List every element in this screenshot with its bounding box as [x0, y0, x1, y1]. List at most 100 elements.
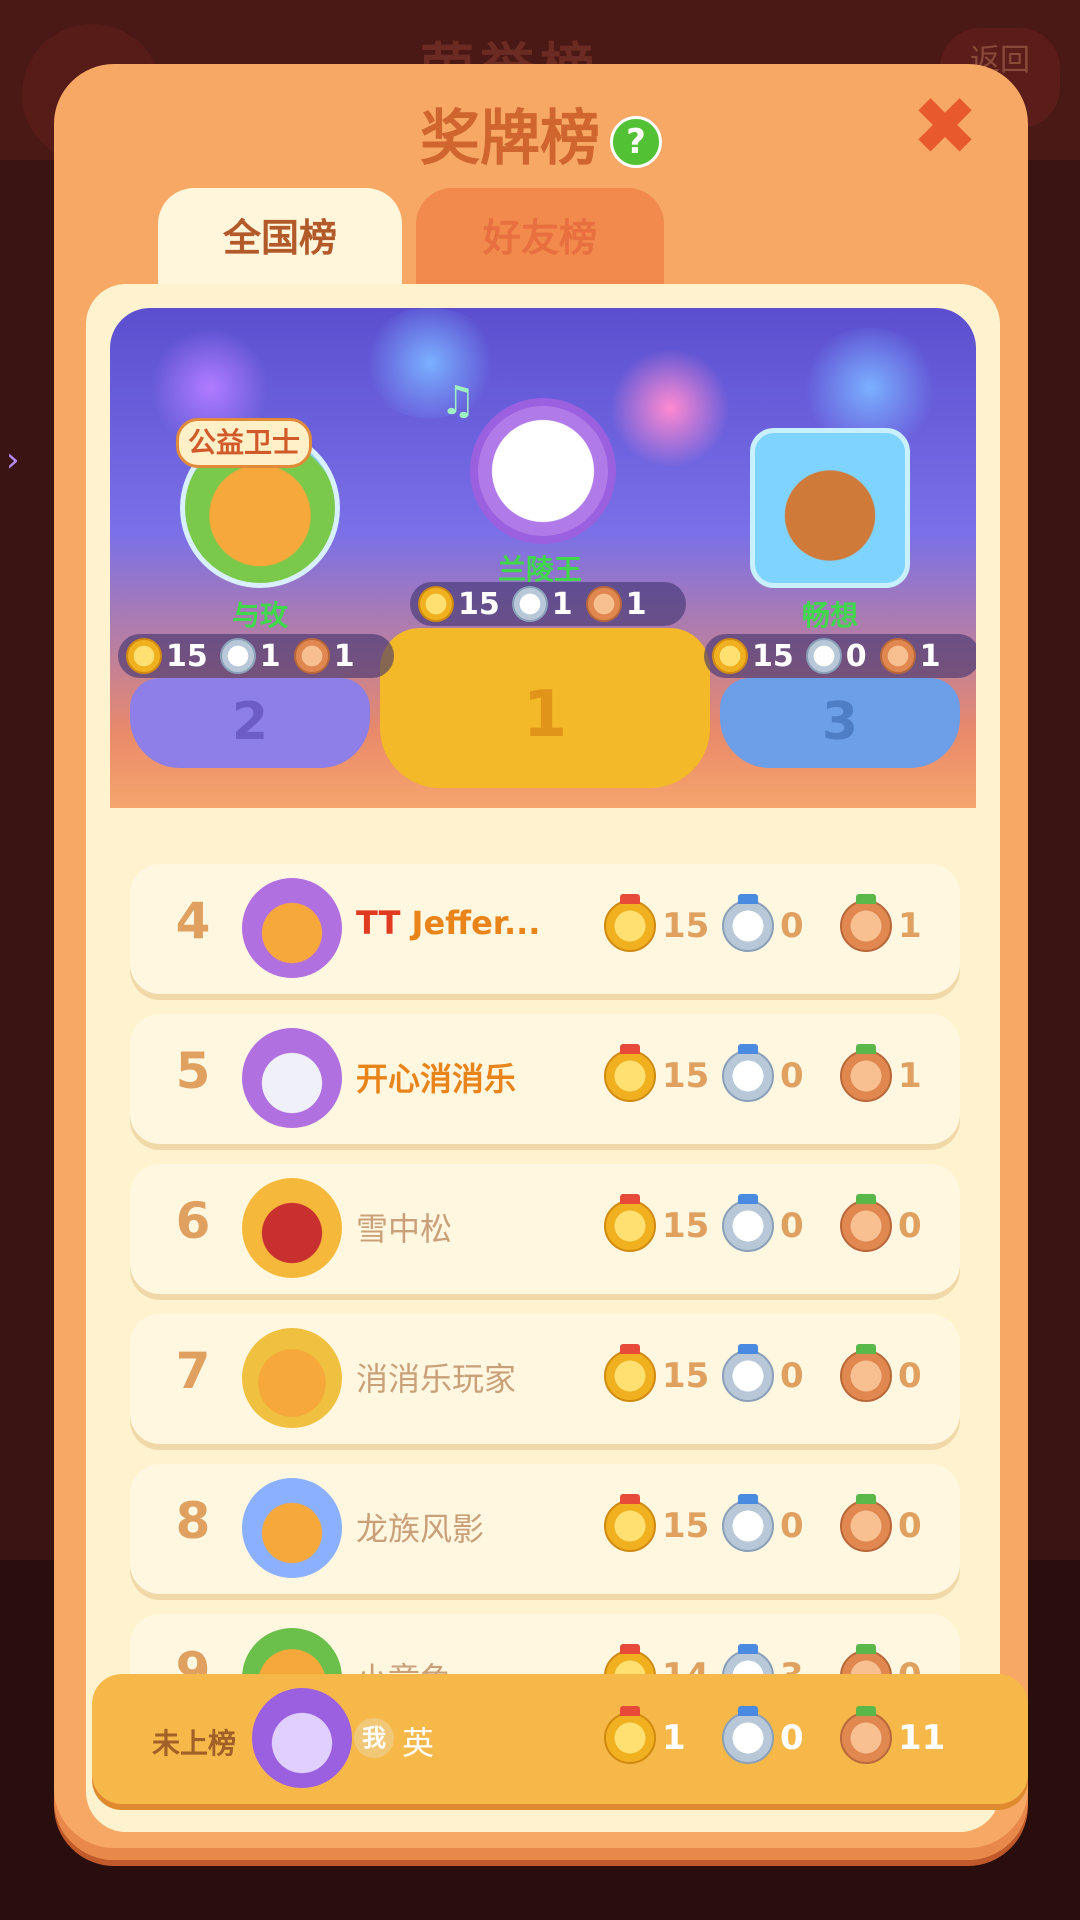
avatar-third[interactable]	[750, 428, 910, 588]
firework-decoration	[360, 308, 500, 418]
avatar-first[interactable]	[470, 398, 616, 544]
bronze-count: 1	[898, 1056, 922, 1096]
leaderboard-row[interactable]: 7 消消乐玩家 15 0 0	[130, 1314, 960, 1444]
player-name-prefix: TT	[356, 904, 412, 942]
silver-medal-icon	[511, 586, 548, 622]
close-icon[interactable]: ✖	[910, 87, 980, 167]
silver-count: 0	[780, 1356, 804, 1396]
player-name: TT Jeffer...	[356, 904, 616, 942]
silver-medal-icon	[722, 1494, 774, 1552]
gold-count: 15	[662, 1056, 710, 1096]
rank-number: 6	[175, 1192, 211, 1250]
gold-medal-icon	[604, 894, 656, 952]
not-ranked-label: 未上榜	[152, 1727, 237, 1760]
gold-medal-icon	[604, 1344, 656, 1402]
gold-count: 15	[166, 638, 208, 674]
side-expand-arrow-icon[interactable]: ›	[6, 440, 26, 480]
rank-number: 7	[175, 1342, 211, 1400]
medal-count-third: 15 0 1	[704, 634, 976, 678]
rank-number: 8	[175, 1492, 211, 1550]
silver-medal-icon	[805, 638, 842, 674]
gold-count: 15	[662, 1206, 710, 1246]
silver-count: 0	[780, 1056, 804, 1096]
bronze-medal-icon	[840, 1044, 892, 1102]
medal-counts: 15 0 1	[604, 1044, 958, 1102]
my-medal-counts: 1 0 11	[604, 1706, 958, 1764]
gold-medal-icon	[604, 1194, 656, 1252]
tab-national[interactable]: 全国榜	[158, 188, 402, 284]
silver-count: 0	[780, 1506, 804, 1546]
my-avatar[interactable]	[252, 1688, 352, 1788]
gold-medal-icon	[418, 586, 454, 622]
bronze-count: 0	[898, 1506, 922, 1546]
silver-count: 1	[259, 638, 281, 674]
music-notes-icon: ♫	[440, 378, 476, 424]
gold-count: 15	[662, 1506, 710, 1546]
help-icon[interactable]: ?	[610, 116, 662, 169]
medal-counts: 15 0 0	[604, 1494, 958, 1552]
my-rank-row[interactable]: 未上榜 我 英 1 0 11	[92, 1674, 1028, 1804]
leaderboard-row[interactable]: 8 龙族风影 15 0 0	[130, 1464, 960, 1594]
bronze-count: 11	[898, 1718, 946, 1758]
rank-number: 4	[175, 892, 211, 950]
player-name-text: 开心消消乐	[356, 1060, 517, 1098]
podium-stage-1: 1	[380, 628, 710, 788]
gold-medal-icon	[604, 1044, 656, 1102]
player-name-second: 与玫	[231, 599, 288, 632]
bronze-medal-icon	[840, 1194, 892, 1252]
avatar[interactable]	[242, 1328, 342, 1428]
leaderboard-row[interactable]: 4 TT Jeffer... 15 0 1	[130, 864, 960, 994]
silver-medal-icon	[722, 1194, 774, 1252]
player-name-text: Jeffer...	[411, 904, 541, 942]
tab-friends[interactable]: 好友榜	[416, 188, 664, 284]
avatar[interactable]	[242, 1478, 342, 1578]
avatar[interactable]	[242, 1178, 342, 1278]
bronze-count: 1	[333, 638, 355, 674]
silver-medal-icon	[722, 894, 774, 952]
gold-medal-icon	[604, 1494, 656, 1552]
silver-medal-icon	[722, 1344, 774, 1402]
player-name-third: 畅想	[801, 599, 858, 632]
gold-count: 15	[662, 1356, 710, 1396]
firework-decoration	[610, 348, 730, 468]
leaderboard-content: 2 1 3 公益卫士 ♫ 与玫 兰陵王 畅想 15 1 1 15 1 1 15	[86, 284, 1000, 1832]
silver-count: 0	[845, 638, 867, 674]
bronze-medal-icon	[840, 1494, 892, 1552]
gold-medal-icon	[712, 638, 748, 674]
player-name: 消消乐玩家	[356, 1360, 517, 1398]
gold-count: 15	[458, 586, 500, 622]
bronze-medal-icon	[293, 638, 330, 674]
medal-counts: 15 0 0	[604, 1194, 958, 1252]
silver-medal-icon	[722, 1706, 774, 1764]
silver-count: 0	[780, 906, 804, 946]
bronze-medal-icon	[840, 1344, 892, 1402]
medal-counts: 15 0 1	[604, 894, 958, 952]
bronze-count: 0	[898, 1356, 922, 1396]
gold-medal-icon	[604, 1706, 656, 1764]
podium-stage-2: 2	[130, 678, 370, 768]
podium: 2 1 3 公益卫士 ♫ 与玫 兰陵王 畅想 15 1 1 15 1 1 15	[110, 308, 976, 808]
stage-number: 3	[821, 692, 859, 752]
charity-badge: 公益卫士	[176, 418, 312, 468]
leaderboard-row[interactable]: 5 开心消消乐 15 0 1	[130, 1014, 960, 1144]
bronze-medal-icon	[840, 1706, 892, 1764]
stage-number: 1	[522, 678, 568, 752]
gold-count: 15	[752, 638, 794, 674]
bronze-count: 0	[898, 1206, 922, 1246]
stage-number: 2	[231, 692, 269, 752]
bronze-medal-icon	[879, 638, 916, 674]
medal-count-first: 15 1 1	[410, 582, 686, 626]
avatar[interactable]	[242, 1028, 342, 1128]
gold-count: 15	[662, 906, 710, 946]
rank-number: 5	[175, 1042, 211, 1100]
dialog-title-text: 奖牌榜	[420, 104, 600, 174]
leaderboard-row[interactable]: 6 雪中松 15 0 0	[130, 1164, 960, 1294]
avatar[interactable]	[242, 878, 342, 978]
bronze-count: 1	[898, 906, 922, 946]
dialog-title: 奖牌榜?	[54, 90, 1028, 177]
medal-leaderboard-dialog: 奖牌榜? ✖ 全国榜 好友榜 2 1 3 公益卫士 ♫ 与玫 兰陵王 畅想 15…	[54, 64, 1028, 1860]
bronze-medal-icon	[840, 894, 892, 952]
me-badge: 我	[354, 1718, 394, 1758]
medal-counts: 15 0 0	[604, 1344, 958, 1402]
silver-count: 0	[780, 1206, 804, 1246]
